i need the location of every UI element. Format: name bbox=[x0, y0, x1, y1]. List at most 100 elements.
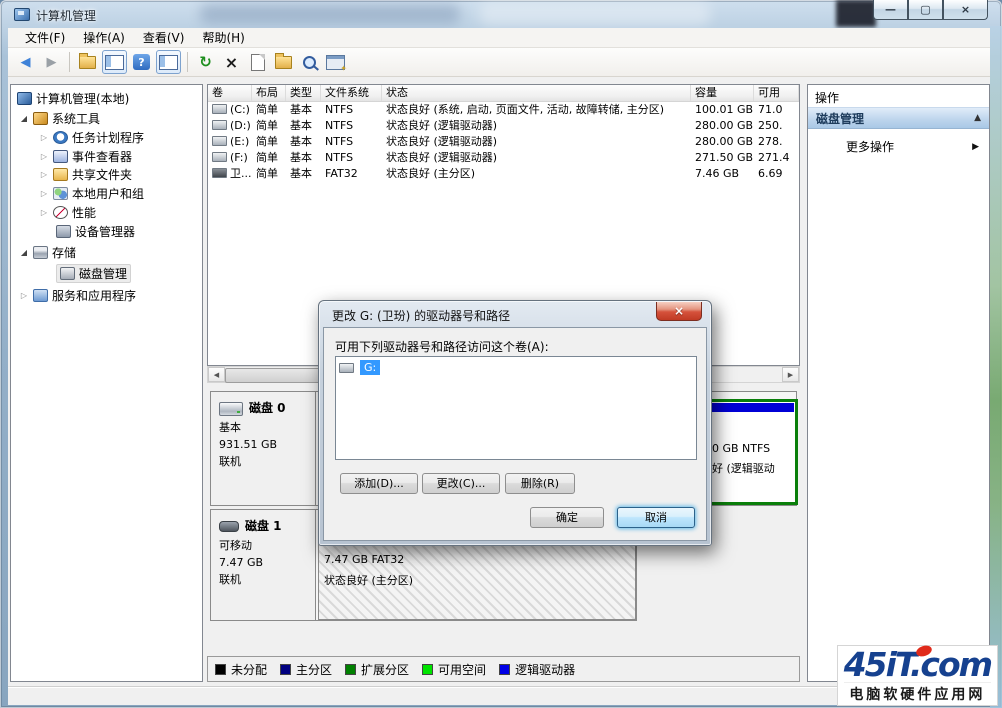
tree-item-system-tools[interactable]: ◢ 系统工具 bbox=[19, 109, 100, 128]
console-tree-toggle-button[interactable] bbox=[102, 50, 127, 74]
console-window-icon bbox=[326, 54, 347, 73]
back-button[interactable]: ◀ bbox=[14, 51, 37, 73]
tree-item-device-manager[interactable]: 设备管理器 bbox=[56, 222, 135, 241]
change-button[interactable]: 更改(C)... bbox=[422, 473, 500, 494]
folder-icon bbox=[79, 52, 96, 69]
expander-icon[interactable]: ▷ bbox=[39, 152, 49, 161]
menu-file[interactable]: 文件(F) bbox=[16, 27, 74, 48]
selected-drive-letter: G: bbox=[360, 360, 381, 375]
column-header-fs[interactable]: 文件系统 bbox=[321, 85, 382, 101]
drive-letter-listbox[interactable]: G: bbox=[335, 356, 697, 460]
toolbar-separator bbox=[69, 52, 70, 72]
legend-primary-partition: 主分区 bbox=[280, 661, 332, 678]
computer-management-window: { "titlebar": {"title": "计算机管理", "minimi… bbox=[0, 0, 1002, 708]
expander-icon[interactable]: ▷ bbox=[39, 133, 49, 142]
scrollbar-thumb[interactable] bbox=[225, 368, 321, 383]
help-icon: ? bbox=[133, 54, 150, 70]
expander-icon[interactable]: ◢ bbox=[19, 248, 29, 257]
remove-button[interactable]: 删除(R) bbox=[505, 473, 575, 494]
tree-item-event-viewer[interactable]: ▷ 事件查看器 bbox=[39, 147, 132, 166]
toolbar-separator bbox=[187, 52, 188, 72]
tree-item-disk-management[interactable]: 磁盘管理 bbox=[56, 264, 132, 283]
forward-button[interactable]: ▶ bbox=[40, 51, 63, 73]
tree-item-computer-management[interactable]: 计算机管理(本地) bbox=[17, 89, 129, 108]
collapse-icon[interactable]: ▲ bbox=[974, 113, 981, 123]
window-controls: — ▢ × bbox=[873, 0, 988, 20]
drive-icon bbox=[339, 362, 354, 373]
dialog-instruction-label: 可用下列驱动器号和路径访问这个卷(A): bbox=[335, 340, 549, 354]
menu-view[interactable]: 查看(V) bbox=[134, 27, 194, 48]
action-pane-icon bbox=[159, 54, 178, 70]
volume-row-d[interactable]: (D:) 简单 基本 NTFS 状态良好 (逻辑驱动器) 280.00 GB 2… bbox=[208, 118, 799, 134]
tree-item-services-applications[interactable]: ▷ 服务和应用程序 bbox=[19, 286, 136, 305]
view-button[interactable] bbox=[298, 51, 321, 73]
legend-color-swatch bbox=[422, 663, 434, 675]
column-header-free[interactable]: 可用 bbox=[754, 85, 799, 101]
export-list-button[interactable] bbox=[76, 51, 99, 73]
glass-reflection bbox=[836, 0, 876, 27]
glass-reflection bbox=[480, 2, 710, 26]
column-header-type[interactable]: 类型 bbox=[286, 85, 321, 101]
services-icon bbox=[33, 289, 48, 302]
expander-icon[interactable]: ▷ bbox=[19, 291, 29, 300]
expander-icon[interactable]: ▷ bbox=[39, 189, 49, 198]
shared-folder-icon bbox=[53, 168, 68, 181]
scroll-right-button[interactable]: ▶ bbox=[782, 367, 799, 382]
column-header-volume[interactable]: 卷 bbox=[208, 85, 252, 101]
cancel-button[interactable]: 取消 bbox=[617, 507, 695, 528]
ok-button[interactable]: 确定 bbox=[530, 507, 604, 528]
expander-icon[interactable]: ▷ bbox=[39, 170, 49, 179]
volume-row-g[interactable]: 卫... 简单 基本 FAT32 状态良好 (主分区) 7.46 GB 6.69 bbox=[208, 166, 799, 182]
app-icon bbox=[14, 8, 30, 21]
column-header-status[interactable]: 状态 bbox=[382, 85, 691, 101]
drive-letter-item[interactable]: G: bbox=[339, 360, 381, 375]
selected-tree-item: 磁盘管理 bbox=[56, 264, 132, 283]
glass-reflection bbox=[200, 4, 460, 24]
refresh-button[interactable]: ↻ bbox=[194, 51, 217, 73]
console-tree-icon bbox=[105, 54, 124, 70]
column-header-layout[interactable]: 布局 bbox=[252, 85, 286, 101]
actions-section-disk-management[interactable]: 磁盘管理 ▲ bbox=[808, 107, 989, 129]
scroll-left-button[interactable]: ◀ bbox=[208, 367, 225, 382]
tree-item-performance[interactable]: ▷ 性能 bbox=[39, 203, 96, 222]
watermark-caption: 电脑软硬件应用网 bbox=[843, 682, 991, 704]
volume-row-c[interactable]: (C:) 简单 基本 NTFS 状态良好 (系统, 启动, 页面文件, 活动, … bbox=[208, 102, 799, 118]
minimize-button[interactable]: — bbox=[873, 0, 908, 20]
volume-row-e[interactable]: (E:) 简单 基本 NTFS 状态良好 (逻辑驱动器) 280.00 GB 2… bbox=[208, 134, 799, 150]
close-button[interactable]: × bbox=[943, 0, 988, 20]
column-header-capacity[interactable]: 容量 bbox=[691, 85, 754, 101]
legend-extended-partition: 扩展分区 bbox=[345, 661, 409, 678]
dialog-close-button[interactable]: × bbox=[656, 302, 702, 321]
open-button[interactable] bbox=[272, 51, 295, 73]
menu-help[interactable]: 帮助(H) bbox=[193, 27, 253, 48]
open-folder-icon bbox=[275, 52, 292, 69]
console-settings-button[interactable] bbox=[324, 51, 347, 73]
menu-action[interactable]: 操作(A) bbox=[74, 27, 134, 48]
disk-1-label[interactable]: 磁盘 1 可移动 7.47 GB 联机 bbox=[211, 510, 316, 620]
removable-disk-icon bbox=[219, 521, 239, 532]
window-frame-right-edge bbox=[990, 26, 1002, 708]
titlebar[interactable]: 计算机管理 — ▢ × bbox=[0, 0, 1002, 28]
disk-0-label[interactable]: 磁盘 0 基本 931.51 GB 联机 bbox=[211, 392, 316, 505]
help-button[interactable]: ? bbox=[130, 51, 153, 73]
properties-button[interactable] bbox=[246, 51, 269, 73]
submenu-arrow-icon: ▶ bbox=[972, 141, 979, 152]
more-actions-item[interactable]: 更多操作 ▶ bbox=[808, 137, 989, 156]
maximize-button[interactable]: ▢ bbox=[908, 0, 943, 20]
expander-icon[interactable]: ◢ bbox=[19, 114, 29, 123]
tree-item-task-scheduler[interactable]: ▷ 任务计划程序 bbox=[39, 128, 144, 147]
tree-item-local-users-groups[interactable]: ▷ 本地用户和组 bbox=[39, 184, 144, 203]
expander-icon[interactable]: ▷ bbox=[39, 208, 49, 217]
tree-item-storage[interactable]: ◢ 存储 bbox=[19, 243, 76, 262]
action-pane-toggle-button[interactable] bbox=[156, 50, 181, 74]
add-button[interactable]: 添加(D)... bbox=[340, 473, 418, 494]
volume-row-f[interactable]: (F:) 简单 基本 NTFS 状态良好 (逻辑驱动器) 271.50 GB 2… bbox=[208, 150, 799, 166]
properties-icon bbox=[250, 53, 265, 71]
watermark-logo: 45iT.com bbox=[843, 643, 993, 684]
disk-0-logical-partition[interactable]: 0 GB NTFS 好 (逻辑驱动 bbox=[706, 399, 798, 505]
tree-item-shared-folders[interactable]: ▷ 共享文件夹 bbox=[39, 165, 132, 184]
storage-icon bbox=[33, 246, 48, 259]
actions-pane: 操作 磁盘管理 ▲ 更多操作 ▶ bbox=[807, 84, 990, 682]
delete-button[interactable]: × bbox=[220, 51, 243, 73]
clock-icon bbox=[53, 131, 68, 144]
